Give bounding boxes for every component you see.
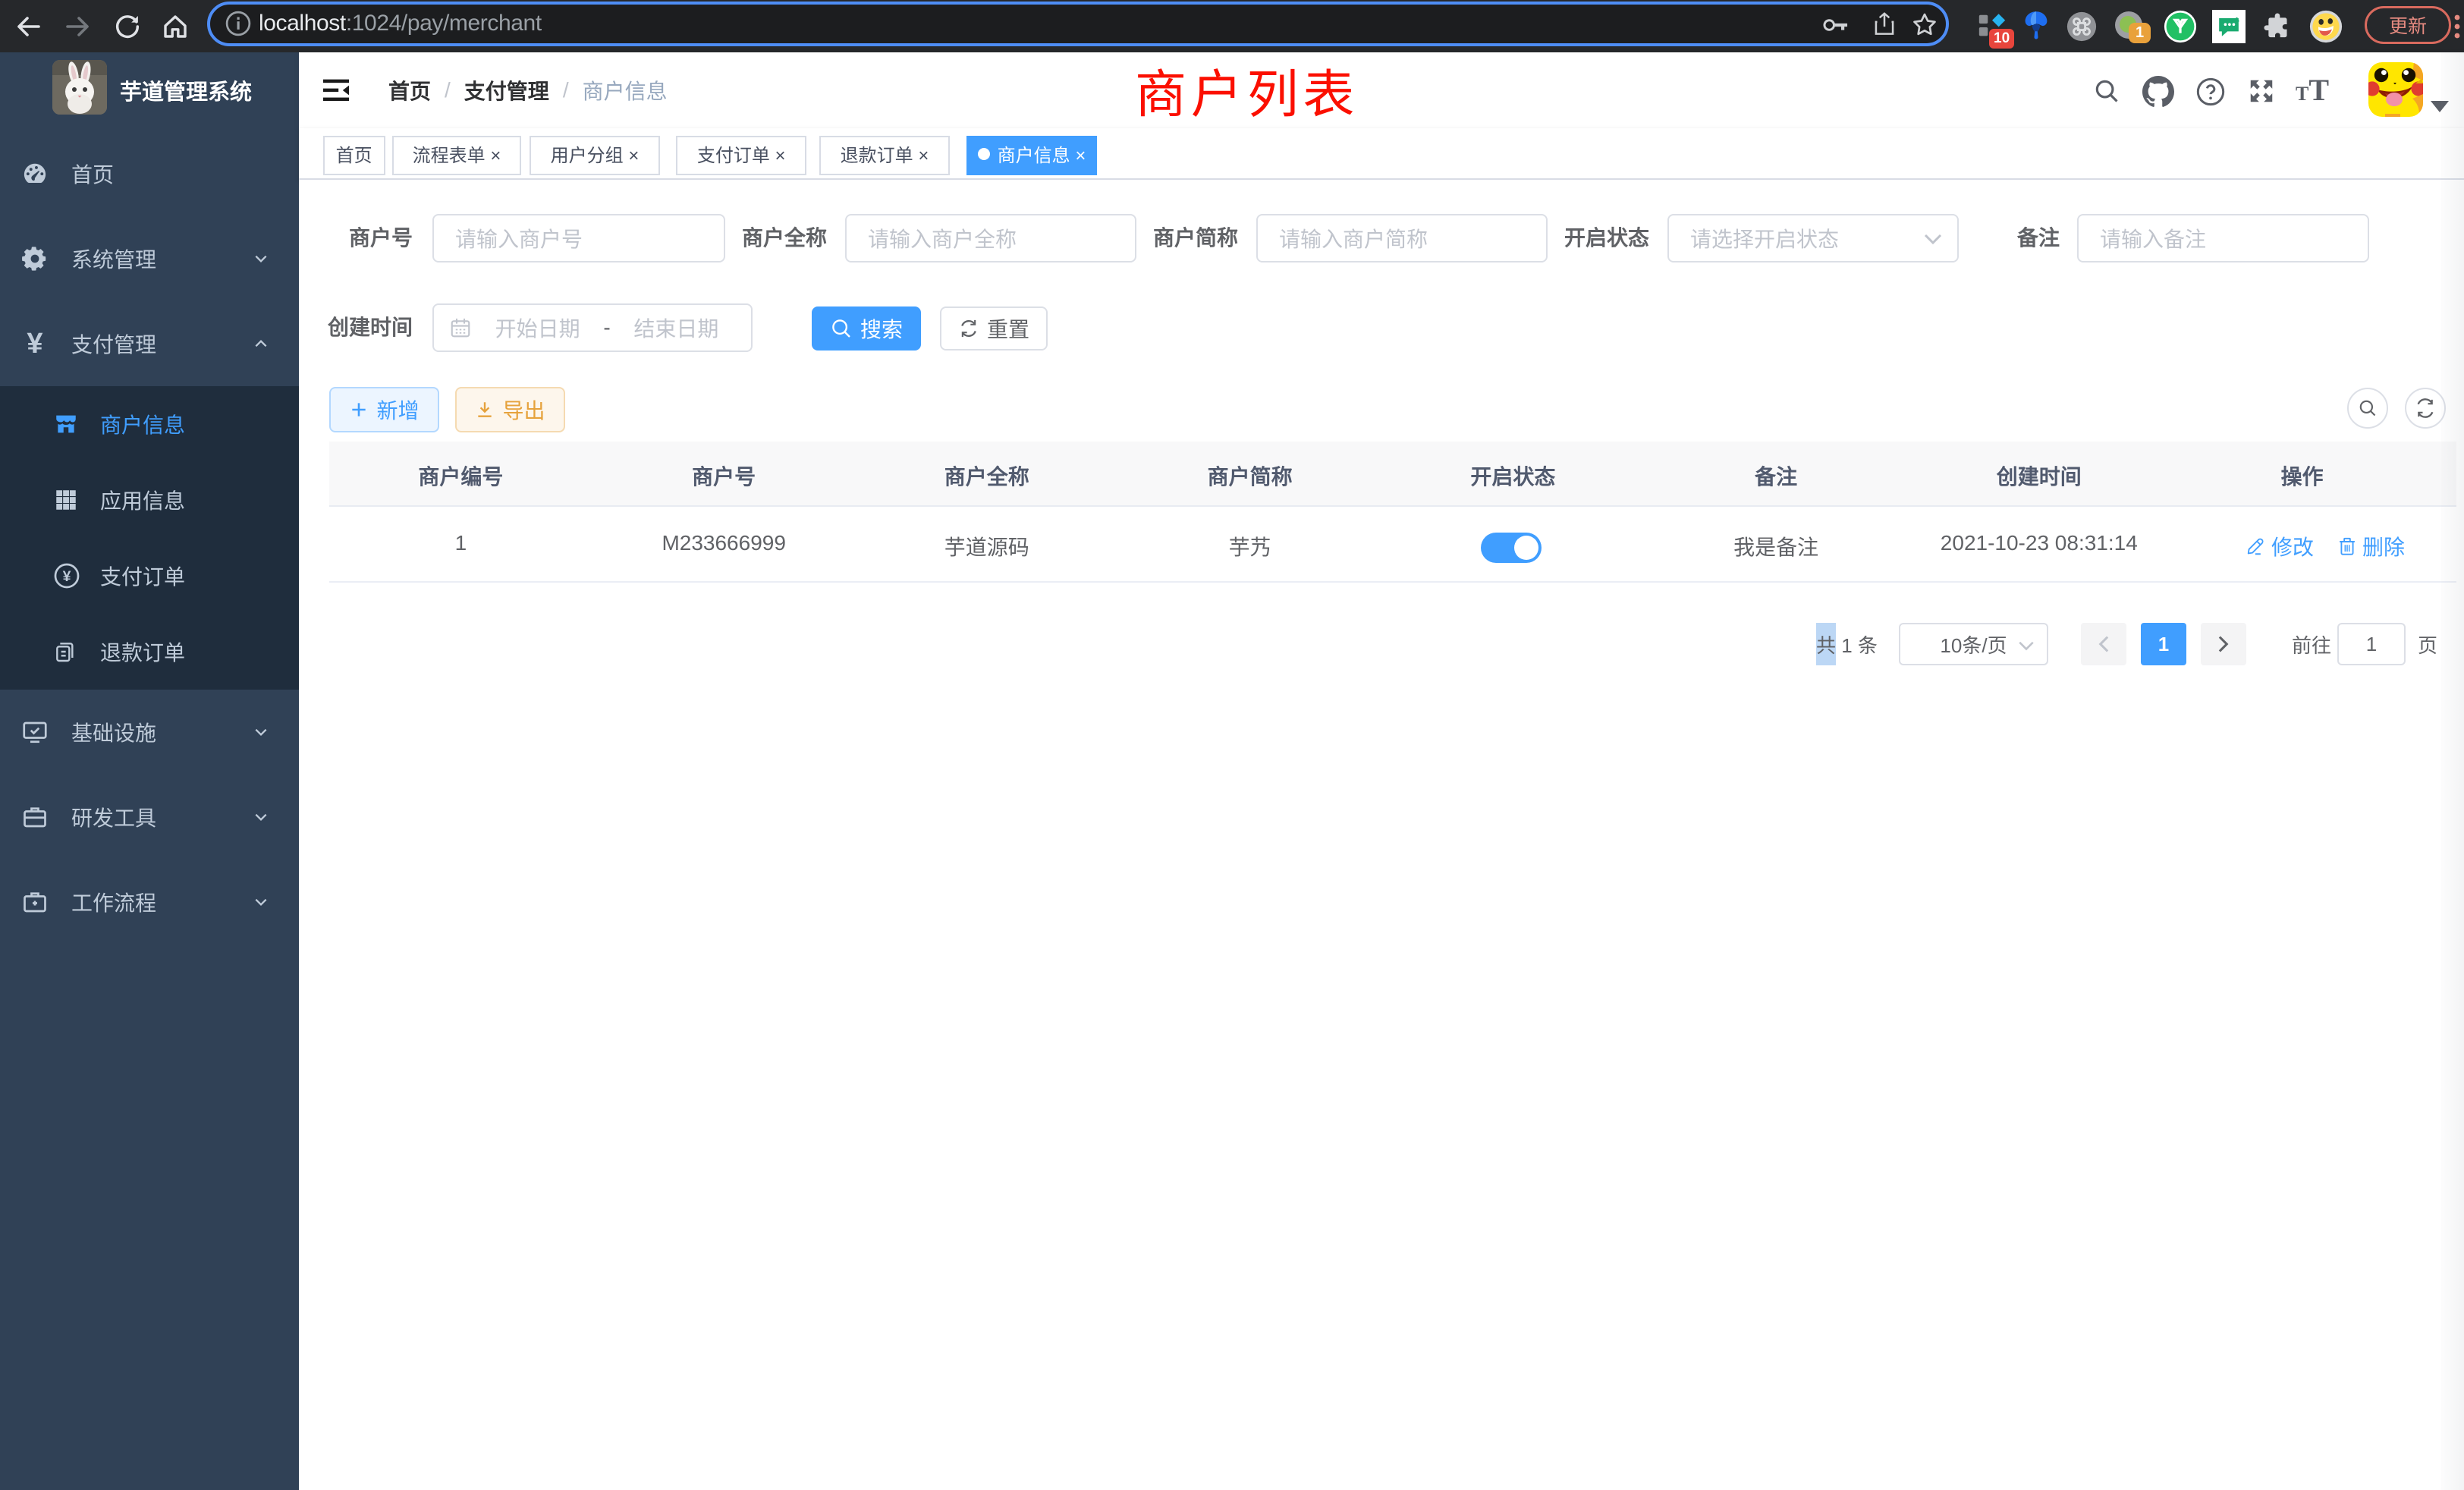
svg-text:¥: ¥ [63, 568, 71, 585]
